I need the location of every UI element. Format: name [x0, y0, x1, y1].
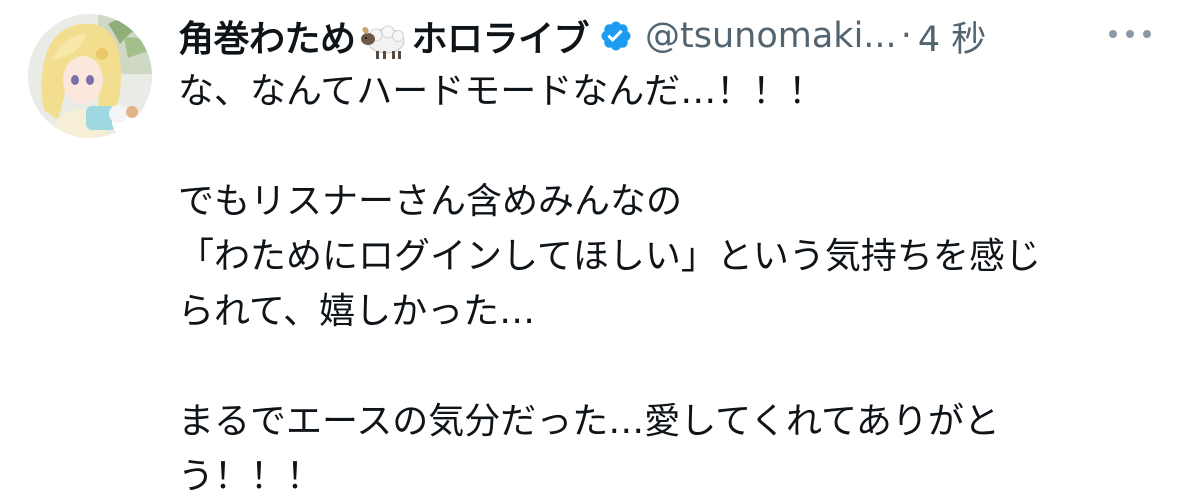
tweet-body-line: られて、嬉しかった…	[178, 291, 536, 332]
tweet-body: な、なんてハードモードなんだ…！！！ でもリスナーさん含めみんなの 「わためにロ…	[178, 64, 1148, 504]
tweet-body-line: まるでエースの気分だった…愛してくれてありがと	[178, 401, 1000, 442]
tweet-body-line: でもリスナーさん含めみんなの	[178, 181, 683, 222]
dot-icon	[1109, 30, 1117, 38]
user-handle[interactable]: @tsunomaki...	[645, 16, 897, 56]
separator-dot: ·	[900, 16, 912, 56]
display-name-part2: ホロライブ	[411, 19, 590, 60]
tweet: 角巻わため ホロライブ @tsunomaki... · 4 秒 な、なんてハード…	[0, 0, 1179, 498]
display-name[interactable]: 角巻わため ホロライブ	[178, 10, 590, 62]
verified-badge-icon[interactable]	[599, 19, 633, 53]
tweet-body-line: な、なんてハードモードなんだ…！！！	[178, 71, 825, 112]
tweet-body-line: 「わためにログインしてほしい」という気持ちを感じ	[178, 236, 1041, 277]
dot-icon	[1126, 30, 1134, 38]
dot-icon	[1143, 30, 1151, 38]
avatar[interactable]	[28, 14, 152, 138]
display-name-part1: 角巻わため	[178, 19, 356, 60]
tweet-header: 角巻わため ホロライブ @tsunomaki... · 4 秒	[178, 8, 1151, 64]
tweet-timestamp[interactable]: 4 秒	[918, 11, 986, 62]
tweet-body-line: う！！！	[178, 456, 323, 497]
more-options-icon[interactable]	[1109, 22, 1151, 46]
avatar-image	[28, 14, 152, 138]
sheep-emoji-icon	[358, 21, 410, 61]
